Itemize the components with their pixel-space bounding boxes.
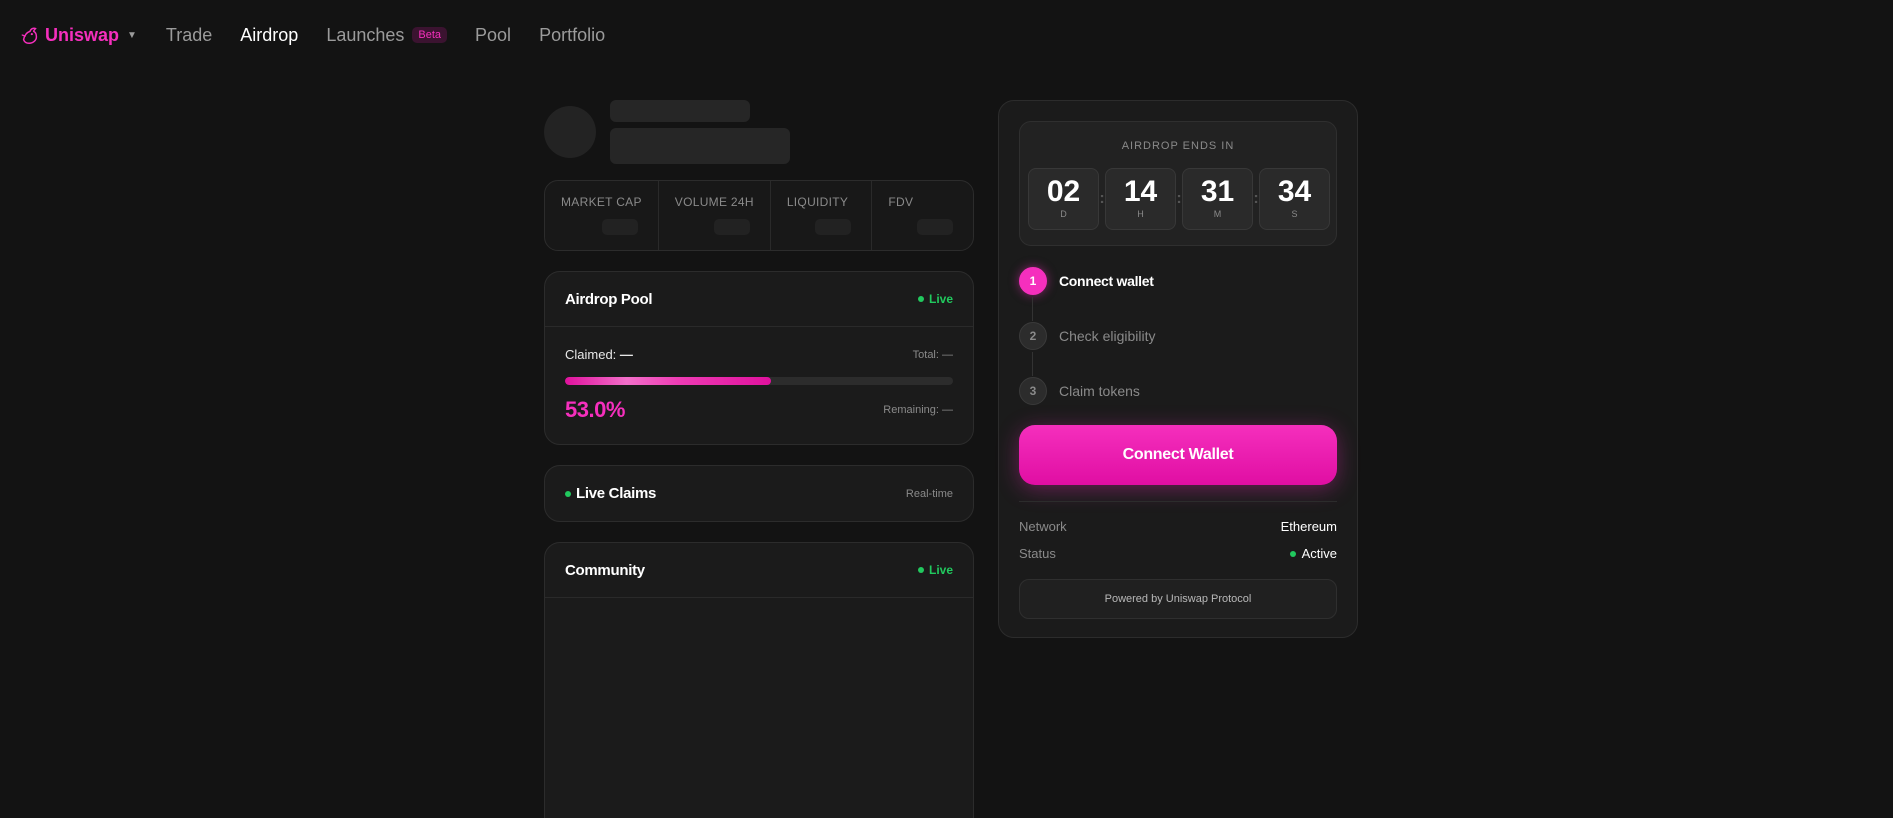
status-value-group: Active: [1289, 546, 1337, 561]
card-title-group: Live Claims: [565, 485, 656, 502]
step-number: 1: [1019, 267, 1047, 295]
connect-wallet-button[interactable]: Connect Wallet: [1019, 425, 1337, 485]
nav-link-launches[interactable]: Launches Beta: [326, 24, 448, 46]
stat-label: LIQUIDITY: [786, 195, 849, 209]
powered-by-footer: Powered by Uniswap Protocol: [1019, 579, 1337, 619]
claimed-label: Claimed:: [565, 347, 617, 362]
claim-steps: 1 Connect wallet 2 Check eligibility 3 C…: [1019, 267, 1337, 432]
countdown-unit-letter: S: [1291, 209, 1298, 219]
network-value: Ethereum: [1280, 519, 1337, 534]
live-status: Live: [917, 292, 953, 306]
live-dot-icon: [565, 490, 571, 497]
step-number: 2: [1019, 322, 1047, 350]
claim-progress-fill: [565, 377, 771, 385]
countdown-value: 14: [1123, 175, 1158, 208]
pool-body: Claimed: — Total: — 53.0% Remaining: —: [545, 327, 973, 446]
live-dot-icon: [917, 567, 924, 573]
live-status: Live: [917, 563, 953, 577]
nav-link-pool[interactable]: Pool: [475, 25, 511, 46]
card-title: Community: [565, 561, 645, 579]
claimed-row: Claimed: — Total: —: [565, 347, 953, 362]
community-card: Community Live: [544, 542, 974, 818]
countdown-value: 02: [1046, 175, 1081, 208]
card-header: Community Live: [545, 543, 973, 597]
live-dot-icon: [917, 296, 924, 302]
stat-value-placeholder: [713, 219, 750, 235]
countdown-value: 31: [1200, 175, 1235, 208]
stat-label: FDV: [888, 195, 914, 209]
beta-badge: Beta: [412, 27, 448, 43]
stat-value-placeholder: [601, 219, 638, 235]
nav-link-portfolio[interactable]: Portfolio: [539, 25, 605, 46]
step-label: Connect wallet: [1059, 273, 1154, 289]
countdown-unit-letter: D: [1060, 209, 1067, 219]
stat-value-placeholder: [815, 219, 852, 235]
step-label: Claim tokens: [1059, 383, 1140, 399]
total-text: Total: —: [912, 348, 953, 361]
token-name-placeholder: [610, 100, 750, 122]
nav-links: Trade Airdrop Launches Beta Pool Portfol…: [166, 25, 633, 46]
claim-panel: AIRDROP ENDS IN 02 D : 14 H : 31 M : 34 …: [998, 100, 1358, 638]
nav-link-launches-label: Launches: [326, 24, 405, 45]
countdown-minutes: 31 M: [1182, 168, 1253, 230]
live-label: Live: [928, 292, 953, 306]
countdown-units: 02 D : 14 H : 31 M : 34 S: [1028, 168, 1330, 230]
claimed-percent: 53.0%: [565, 397, 625, 422]
uniswap-logo-icon: [21, 27, 38, 44]
countdown-days: 02 D: [1028, 168, 1099, 230]
token-header: [544, 100, 974, 164]
divider: [1019, 501, 1337, 502]
nav-link-airdrop[interactable]: Airdrop: [240, 25, 298, 46]
claimed-value: —: [619, 347, 633, 362]
stat-label: MARKET CAP: [561, 195, 642, 209]
card-header: Live Claims Real-time: [545, 466, 973, 521]
nav-link-trade[interactable]: Trade: [166, 25, 212, 46]
countdown-value: 34: [1277, 175, 1312, 208]
claimed-text: Claimed: —: [565, 347, 633, 362]
step-claim-tokens: 3 Claim tokens: [1019, 377, 1337, 432]
countdown-unit-letter: H: [1137, 209, 1144, 219]
stat-fdv: FDV: [872, 181, 973, 250]
stat-value-placeholder: [917, 219, 954, 235]
divider: [545, 597, 973, 598]
live-claims-card: Live Claims Real-time: [544, 465, 974, 522]
step-connector: [1032, 297, 1033, 321]
remaining-text: Remaining: —: [883, 404, 953, 416]
live-label: Live: [928, 563, 953, 577]
network-row: Network Ethereum: [1019, 519, 1337, 534]
claim-progress-bar: [565, 377, 953, 385]
brand-menu[interactable]: Uniswap ▼: [19, 24, 137, 46]
card-title: Live Claims: [576, 485, 657, 502]
step-label: Check eligibility: [1059, 328, 1156, 344]
status-row: Status Active: [1019, 546, 1337, 561]
card-header: Airdrop Pool Live: [545, 272, 973, 326]
stat-volume: VOLUME 24H: [659, 181, 771, 250]
airdrop-pool-card: Airdrop Pool Live Claimed: — Total: — 53…: [544, 271, 974, 445]
stat-liquidity: LIQUIDITY: [771, 181, 873, 250]
countdown-seconds: 34 S: [1259, 168, 1330, 230]
card-title: Airdrop Pool: [565, 290, 653, 308]
step-check-eligibility: 2 Check eligibility: [1019, 322, 1337, 377]
token-stats: MARKET CAP VOLUME 24H LIQUIDITY FDV: [544, 180, 974, 251]
chevron-down-icon: ▼: [127, 29, 137, 41]
countdown-unit-letter: M: [1213, 209, 1222, 219]
percent-row: 53.0% Remaining: —: [565, 397, 953, 423]
realtime-tag: Real-time: [905, 487, 953, 500]
brand-name: Uniswap: [45, 24, 120, 45]
status-value: Active: [1301, 546, 1337, 561]
countdown-label: AIRDROP ENDS IN: [1121, 140, 1235, 152]
token-price-placeholder: [610, 128, 790, 164]
countdown-hours: 14 H: [1105, 168, 1176, 230]
top-nav: Uniswap ▼ Trade Airdrop Launches Beta Po…: [0, 0, 1893, 70]
stat-label: VOLUME 24H: [674, 195, 754, 209]
step-connect-wallet: 1 Connect wallet: [1019, 267, 1337, 322]
stat-market-cap: MARKET CAP: [545, 181, 659, 250]
token-avatar-placeholder: [544, 106, 596, 158]
step-connector: [1032, 352, 1033, 376]
step-number: 3: [1019, 377, 1047, 405]
countdown-timer: AIRDROP ENDS IN 02 D : 14 H : 31 M : 34 …: [1019, 121, 1337, 246]
network-label: Network: [1019, 519, 1067, 534]
status-dot-icon: [1289, 550, 1296, 557]
status-label: Status: [1019, 546, 1056, 561]
